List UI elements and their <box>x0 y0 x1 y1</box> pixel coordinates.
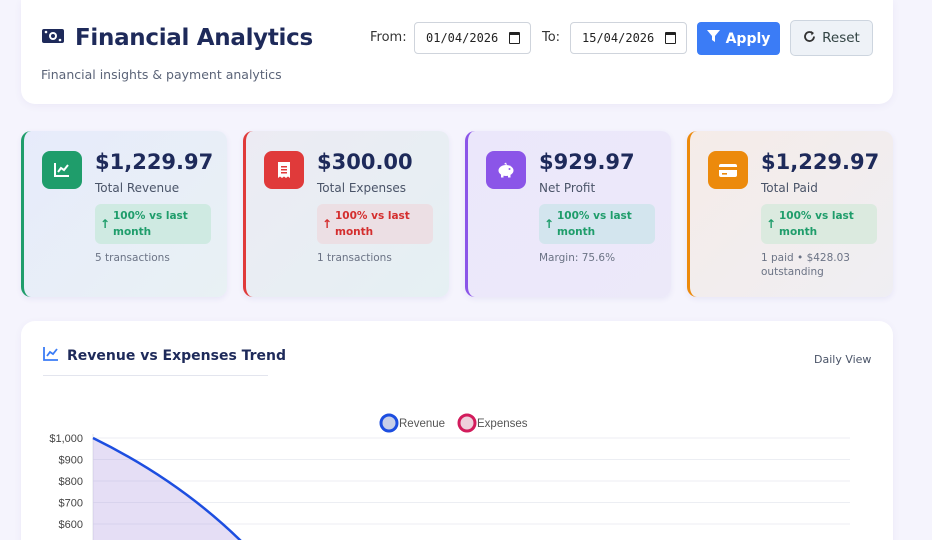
y-tick-label: $600 <box>59 519 83 531</box>
y-tick-label: $1,000 <box>49 433 83 445</box>
legend-label[interactable]: Expenses <box>477 418 528 430</box>
y-tick-label: $700 <box>59 498 83 510</box>
y-tick-label: $800 <box>59 476 83 488</box>
y-tick-label: $900 <box>59 455 83 467</box>
legend-marker[interactable] <box>457 413 477 433</box>
trend-chart: Revenue Expenses $1,000 $900 $800 $700 $600 <box>49 413 850 540</box>
legend-marker[interactable] <box>379 413 399 433</box>
legend-label[interactable]: Revenue <box>399 418 445 430</box>
